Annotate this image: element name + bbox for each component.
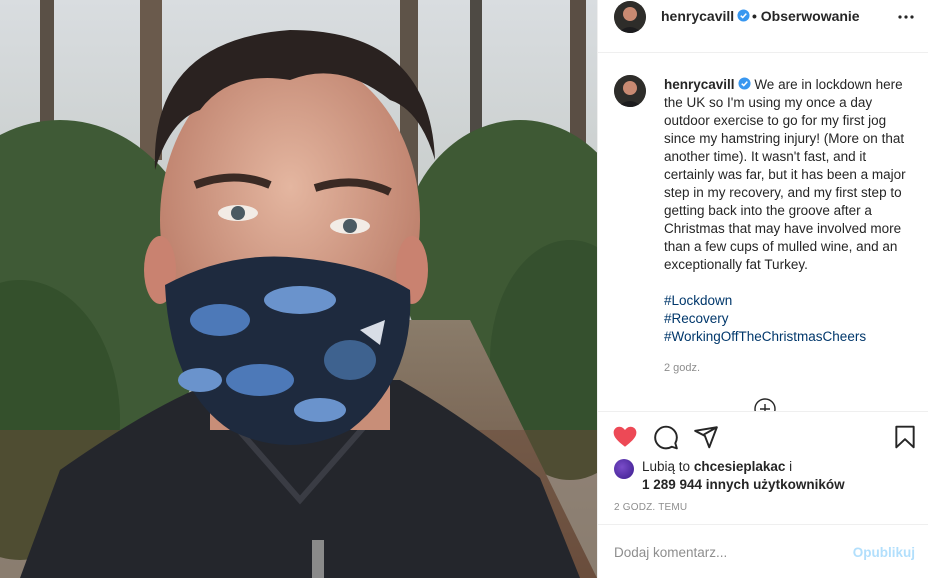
hashtag-link[interactable]: #Recovery [664, 310, 866, 328]
liker-avatar[interactable] [614, 459, 634, 479]
caption-section: henrycavill We are in lockdown here the … [598, 54, 928, 412]
verified-badge-icon [737, 9, 750, 22]
author-username[interactable]: henrycavill [661, 8, 750, 24]
publish-button[interactable]: Opublikuj [853, 545, 915, 560]
likes-prefix: Lubią to [642, 459, 691, 474]
likes-connector: i [789, 459, 793, 474]
heart-icon[interactable] [612, 424, 638, 450]
hashtag-list: #Lockdown #Recovery #WorkingOffTheChrist… [664, 292, 866, 346]
hashtag-link[interactable]: #WorkingOffTheChristmasCheers [664, 328, 866, 346]
author-avatar[interactable] [614, 1, 646, 33]
more-horizontal-icon[interactable] [897, 8, 915, 26]
author-username-text: henrycavill [661, 8, 735, 24]
caption-text: henrycavill We are in lockdown here the … [664, 76, 914, 274]
caption-timestamp[interactable]: 2 godz. [664, 362, 700, 374]
comment-input[interactable] [614, 545, 834, 560]
hashtag-link[interactable]: #Lockdown [664, 292, 866, 310]
likes-line-1: Lubią to chcesieplakac i [642, 457, 792, 476]
selfie-image [0, 0, 597, 578]
verified-badge-icon [738, 77, 751, 90]
likes-count[interactable]: 1 289 944 innych użytkowników [642, 475, 845, 494]
caption-author-avatar[interactable] [614, 75, 646, 107]
action-bar [598, 412, 928, 460]
caption-body: We are in lockdown here the UK so I'm us… [664, 77, 906, 272]
caption-author-username-text: henrycavill [664, 77, 735, 92]
post-side-panel: henrycavill • Obserwowanie henrycavill W… [597, 0, 928, 578]
comment-icon[interactable] [653, 424, 679, 450]
comment-box: Opublikuj [598, 524, 928, 578]
following-button[interactable]: • Obserwowanie [752, 8, 860, 24]
share-icon[interactable] [693, 424, 719, 450]
post-header: henrycavill • Obserwowanie [598, 0, 928, 53]
liker-username[interactable]: chcesieplakac [694, 459, 786, 474]
post-photo[interactable] [0, 0, 597, 578]
caption-author-username[interactable]: henrycavill [664, 77, 751, 92]
plus-circle-icon[interactable] [753, 397, 777, 412]
post-timestamp[interactable]: 2 GODZ. TEMU [614, 502, 687, 513]
bookmark-icon[interactable] [892, 424, 918, 450]
